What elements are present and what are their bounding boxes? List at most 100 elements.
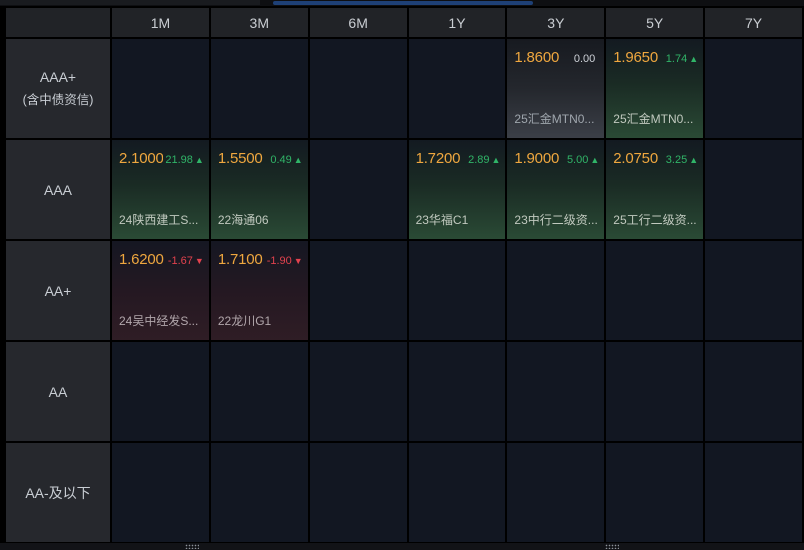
rating-label-text: AA <box>48 383 68 400</box>
rating-label-text: AAA <box>43 181 72 198</box>
column-header-5y[interactable]: 5Y <box>606 8 704 37</box>
quote-cell[interactable]: 1.8600 0.00 25汇金MTN0... <box>507 39 605 138</box>
top-scrollbar-track <box>0 0 260 5</box>
column-header-1y[interactable]: 1Y <box>408 8 506 37</box>
quote-top-row: 1.9000 5.00 ▲ <box>507 140 604 167</box>
empty-cell <box>408 342 506 441</box>
up-triangle-icon: ▲ <box>491 155 501 165</box>
quote-cell[interactable]: 2.0750 3.25 ▲ 25工行二级资... <box>606 140 704 239</box>
change-value: 21.98 ▲ <box>165 154 203 166</box>
quote-top-row: 1.7100 -1.90 ▼ <box>211 241 308 268</box>
column-header-3y[interactable]: 3Y <box>507 8 605 37</box>
bottom-bar <box>0 543 804 550</box>
empty-cell <box>705 140 802 239</box>
bond-name: 24陕西建工S... <box>119 213 199 227</box>
empty-cell <box>112 342 209 441</box>
quote-top-row: 1.6200 -1.67 ▼ <box>112 241 209 268</box>
column-header-3m[interactable]: 3M <box>210 8 308 37</box>
rating-label-text: AA-及以下 <box>25 484 91 501</box>
top-scrollbar-thumb[interactable] <box>273 1 533 5</box>
bond-name: 25汇金MTN0... <box>514 112 595 126</box>
quote-top-row: 2.1000 21.98 ▲ <box>112 140 209 167</box>
rating-sublabel-text: (含中债资信) <box>22 93 94 107</box>
empty-cell <box>507 241 605 340</box>
yield-value: 1.8600 <box>514 49 560 66</box>
up-triangle-icon: ▲ <box>590 155 600 165</box>
rating-label-aaa-plus: AAA+ (含中债资信) <box>6 39 110 138</box>
change-value: 5.00 ▲ <box>567 154 599 166</box>
quote-cell[interactable]: 2.1000 21.98 ▲ 24陕西建工S... <box>112 140 209 239</box>
quote-cell[interactable]: 1.9000 5.00 ▲ 23中行二级资... <box>507 140 605 239</box>
quote-cell[interactable]: 1.6200 -1.67 ▼ 24吴中经发S... <box>112 241 209 340</box>
quote-top-row: 1.8600 0.00 <box>507 39 604 66</box>
empty-cell <box>112 39 209 138</box>
rating-label-aa-plus: AA+ <box>6 241 110 340</box>
yield-value: 2.0750 <box>613 150 658 167</box>
bond-yield-matrix-panel: 1M 3M 6M 1Y 3Y 5Y 7Y AAA+ (含中债资信) 1.8600 0.00 25汇金M… <box>0 0 804 550</box>
empty-cell <box>507 443 605 542</box>
change-value: 0.00 <box>574 53 599 65</box>
column-header-6m[interactable]: 6M <box>309 8 407 37</box>
empty-cell <box>606 443 704 542</box>
scroll-handle-icon[interactable] <box>185 544 199 549</box>
up-triangle-icon: ▲ <box>293 155 303 165</box>
change-number: 5.00 <box>566 154 589 166</box>
rating-label-text: AAA+ <box>39 69 77 85</box>
scroll-handle-icon[interactable] <box>605 544 619 549</box>
quote-cell[interactable]: 1.7200 2.89 ▲ 23华福C1 <box>408 140 506 239</box>
empty-cell <box>408 39 506 138</box>
yield-value: 1.9650 <box>613 49 658 66</box>
rating-label-aa-minus-and-below: AA-及以下 <box>6 443 110 542</box>
bond-name: 23中行二级资... <box>514 213 598 227</box>
up-triangle-icon: ▲ <box>194 155 204 165</box>
yield-value: 1.6200 <box>119 251 164 268</box>
quote-cell[interactable]: 1.5500 0.49 ▲ 22海通06 <box>210 140 308 239</box>
empty-cell <box>309 140 407 239</box>
bond-name: 22龙川G1 <box>217 314 272 328</box>
empty-cell <box>309 342 407 441</box>
change-number: 3.25 <box>665 154 688 166</box>
quote-top-row: 1.7200 2.89 ▲ <box>409 140 506 167</box>
empty-cell <box>507 342 605 441</box>
empty-cell <box>309 241 407 340</box>
yield-value: 2.1000 <box>119 150 164 167</box>
empty-cell <box>210 443 308 542</box>
quote-cell[interactable]: 1.7100 -1.90 ▼ 22龙川G1 <box>210 241 308 340</box>
empty-cell <box>606 241 704 340</box>
bond-name: 25工行二级资... <box>613 213 697 227</box>
bond-name: 25汇金MTN0... <box>613 112 694 126</box>
change-value: 3.25 ▲ <box>666 154 698 166</box>
empty-cell <box>606 342 704 441</box>
empty-cell <box>210 342 308 441</box>
column-header-1m[interactable]: 1M <box>112 8 209 37</box>
empty-cell <box>705 241 802 340</box>
down-triangle-icon: ▼ <box>293 256 303 266</box>
change-number: 21.98 <box>165 154 193 166</box>
rating-tenor-grid: 1M 3M 6M 1Y 3Y 5Y 7Y AAA+ (含中债资信) 1.8600 0.00 25汇金M… <box>0 6 804 543</box>
change-value: 2.89 ▲ <box>468 154 500 166</box>
empty-cell <box>210 39 308 138</box>
empty-cell <box>408 241 506 340</box>
quote-top-row: 2.0750 3.25 ▲ <box>606 140 703 167</box>
rating-label-text: AA+ <box>44 282 72 299</box>
empty-cell <box>705 443 802 542</box>
change-value: -1.90 ▼ <box>267 255 303 267</box>
column-header-7y[interactable]: 7Y <box>705 8 802 37</box>
rating-label-aa: AA <box>6 342 110 441</box>
empty-cell <box>309 443 407 542</box>
top-scrollbar <box>0 0 804 6</box>
change-number: -1.90 <box>266 255 292 267</box>
up-triangle-icon: ▲ <box>689 54 699 64</box>
quote-cell[interactable]: 1.9650 1.74 ▲ 25汇金MTN0... <box>606 39 704 138</box>
up-triangle-icon: ▲ <box>689 155 699 165</box>
change-value: -1.67 ▼ <box>168 255 204 267</box>
rating-label-aaa: AAA <box>6 140 110 239</box>
quote-top-row: 1.9650 1.74 ▲ <box>606 39 703 66</box>
change-number: 0.49 <box>270 154 292 166</box>
empty-cell <box>705 342 802 441</box>
bond-name: 23华福C1 <box>415 213 469 227</box>
bond-name: 24吴中经发S... <box>119 314 199 328</box>
yield-value: 1.7200 <box>415 150 461 167</box>
empty-cell <box>408 443 506 542</box>
yield-value: 1.7100 <box>217 251 263 268</box>
